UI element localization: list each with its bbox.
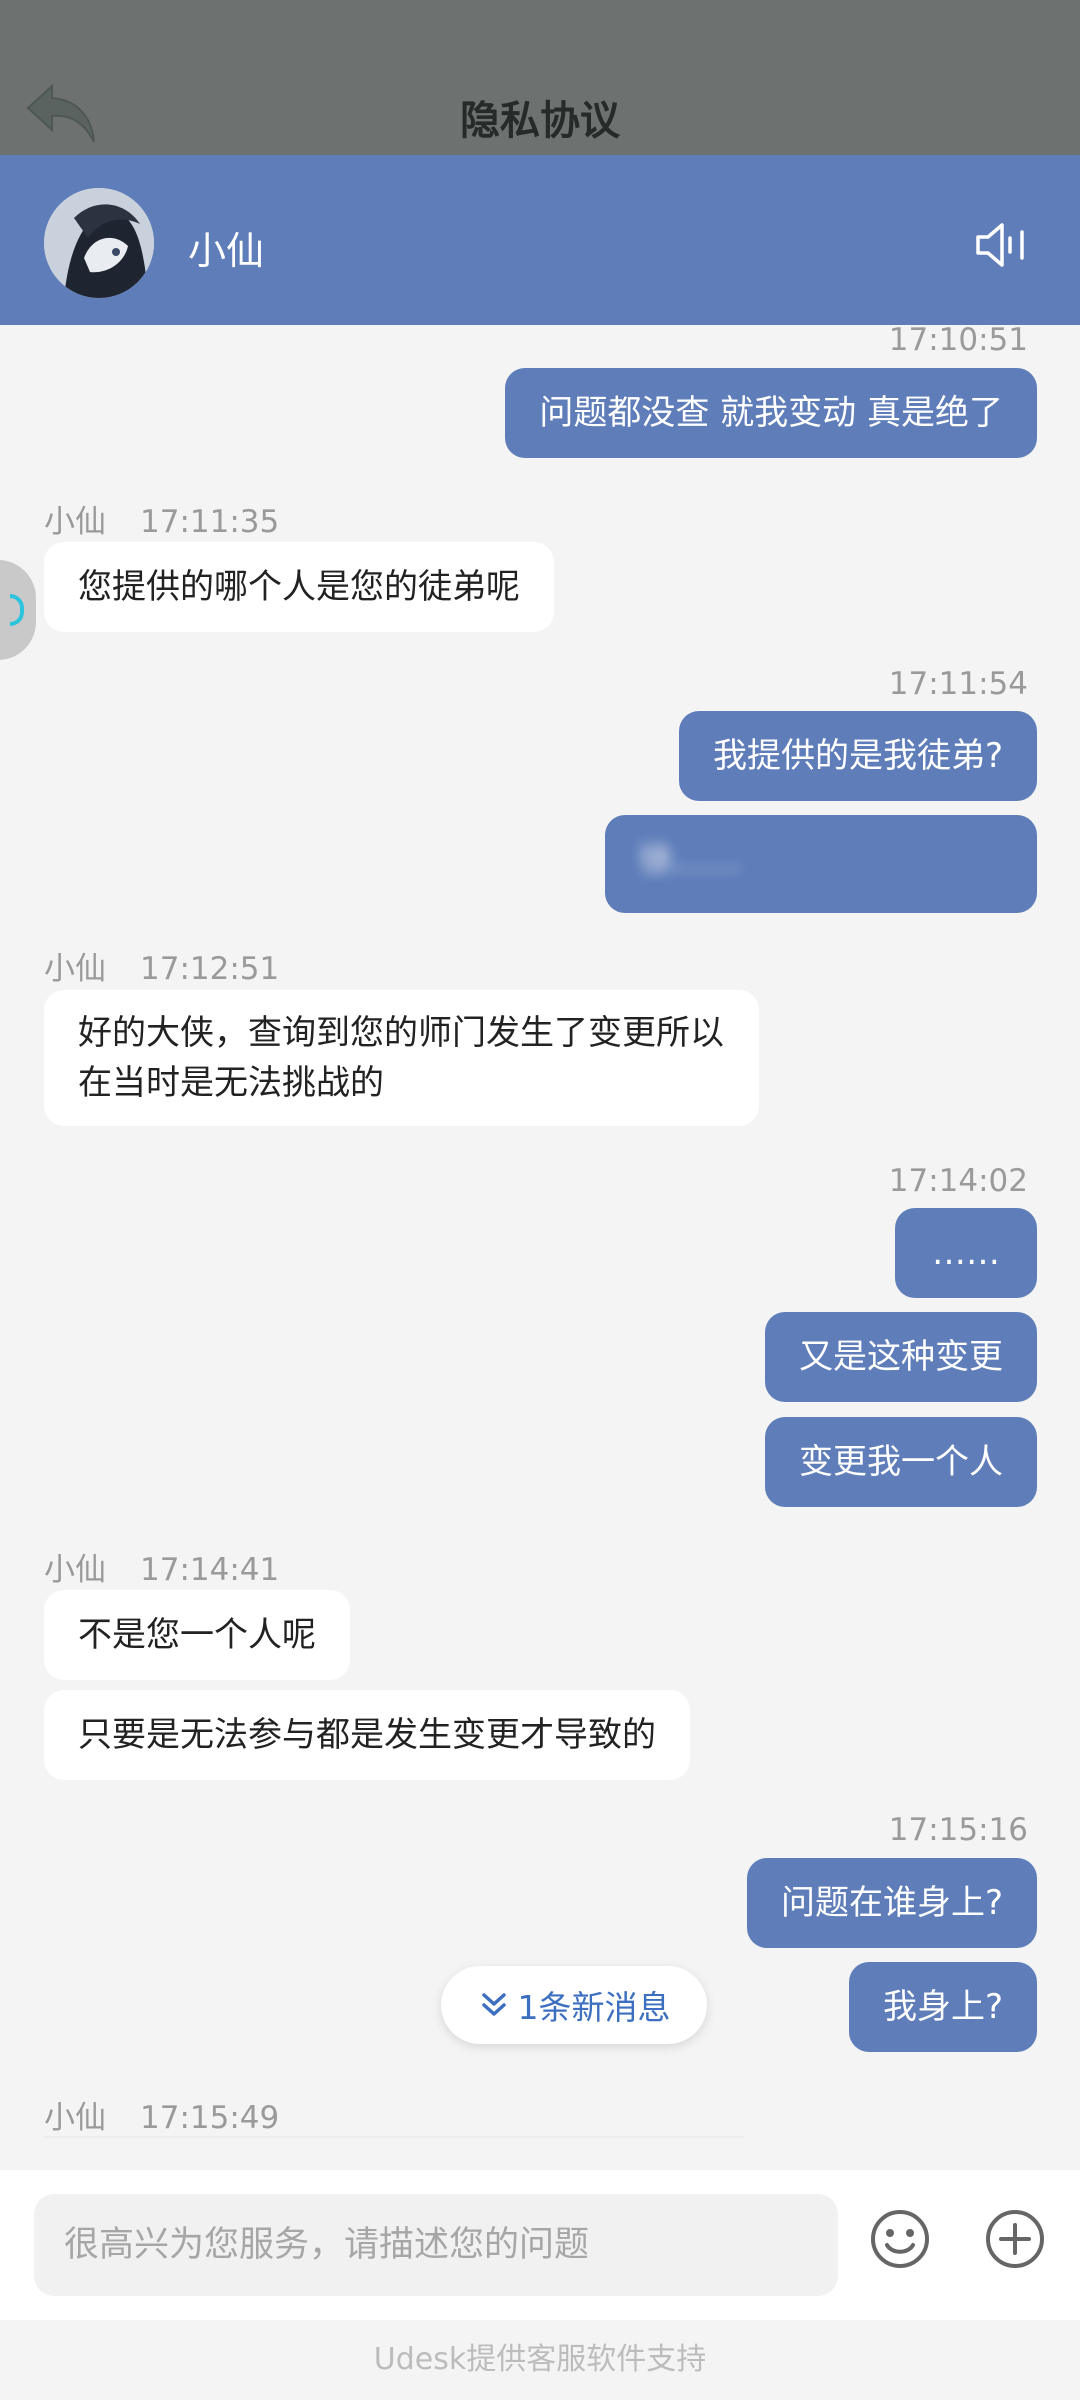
float-handle-icon [10, 594, 24, 626]
incoming-message-meta: 小仙 17:14:41 [44, 1544, 279, 1589]
agent-avatar[interactable] [44, 188, 154, 298]
message-time: 17:14:41 [140, 1552, 280, 1588]
message-time: 17:15:16 [888, 1812, 1028, 1848]
incoming-message-meta: 小仙 17:15:49 [44, 2092, 279, 2137]
chat-screen: 隐私协议 小仙 17:10:51 问题都没查 就我变动 真是绝了 小仙 17:11… [0, 0, 1080, 2400]
outgoing-message: …… [895, 1208, 1037, 1298]
incoming-message-meta: 小仙 17:12:51 [44, 943, 279, 988]
chat-header [0, 155, 1080, 325]
message-time: 17:10:51 [888, 322, 1028, 358]
incoming-message: 不是您一个人呢 [44, 1590, 350, 1680]
powered-by-footer: Udesk提供客服软件支持 [0, 2320, 1080, 2400]
agent-name: 小仙 [188, 229, 265, 273]
message-time: 17:15:49 [140, 2100, 280, 2136]
message-time: 17:11:35 [140, 504, 280, 540]
sender-name: 小仙 [44, 1552, 106, 1588]
add-circle-icon[interactable] [984, 2208, 1046, 2270]
top-bar: 隐私协议 [0, 0, 1080, 155]
incoming-message: 只要是无法参与都是发生变更才导致的 [44, 1690, 690, 1780]
message-divider [44, 2136, 744, 2138]
speaker-icon[interactable] [974, 220, 1026, 270]
incoming-message: 好的大侠，查询到您的师门发生了变更所以在当时是无法挑战的 [44, 990, 759, 1126]
new-message-label: 1条新消息 [517, 1988, 671, 2027]
sender-name: 小仙 [44, 951, 106, 987]
outgoing-message: 变更我一个人 [765, 1417, 1037, 1507]
double-chevron-down-icon [481, 1993, 506, 2016]
sender-name: 小仙 [44, 504, 106, 540]
message-input[interactable] [34, 2194, 838, 2296]
message-time: 17:14:02 [888, 1163, 1028, 1199]
side-float-handle[interactable] [0, 560, 36, 660]
sender-name: 小仙 [44, 2100, 106, 2136]
outgoing-message: 问题在谁身上? [746, 1858, 1037, 1948]
outgoing-message: 问题都没查 就我变动 真是绝了 [505, 368, 1037, 458]
outgoing-message: 我身上? [848, 1962, 1037, 2052]
blurred-text: 徐…… [639, 840, 741, 880]
message-time: 17:12:51 [140, 951, 280, 987]
outgoing-message-blurred: 徐…… [605, 815, 1037, 913]
incoming-message-meta: 小仙 17:11:35 [44, 496, 279, 541]
page-title: 隐私协议 [460, 98, 620, 144]
emoji-icon[interactable] [869, 2208, 931, 2270]
outgoing-message: 又是这种变更 [765, 1312, 1037, 1402]
incoming-message: 您提供的哪个人是您的徒弟呢 [44, 542, 554, 632]
new-message-button[interactable]: 1条新消息 [441, 1966, 707, 2044]
outgoing-message: 我提供的是我徒弟? [678, 711, 1037, 801]
message-time: 17:11:54 [888, 666, 1028, 702]
